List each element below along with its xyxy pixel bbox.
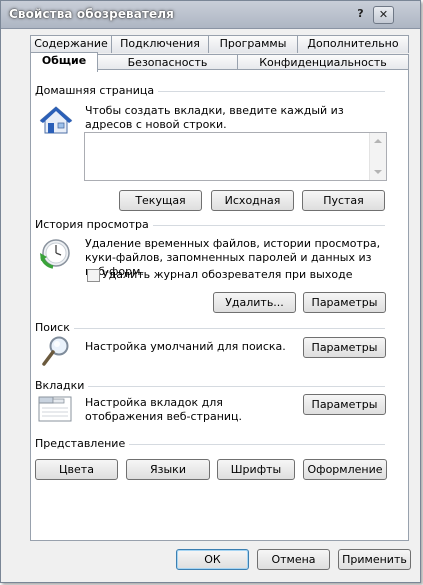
internet-options-dialog: Свойства обозревателя ? ✕ Содержание Под… xyxy=(0,0,421,583)
home-page-scrollbar[interactable] xyxy=(369,133,386,180)
apply-button[interactable]: Применить xyxy=(338,549,411,570)
delete-history-on-exit-checkbox[interactable] xyxy=(87,269,100,282)
home-icon xyxy=(39,106,73,134)
magnifier-icon xyxy=(42,336,69,366)
history-settings-button[interactable]: Параметры xyxy=(303,292,386,313)
use-current-button[interactable]: Текущая xyxy=(119,190,202,211)
appearance-group-label: Представление xyxy=(35,437,130,450)
tabs-group-label: Вкладки xyxy=(35,379,89,392)
tabs-settings-button[interactable]: Параметры xyxy=(303,394,386,415)
home-group-label: Домашняя страница xyxy=(35,84,159,97)
use-blank-button[interactable]: Пустая xyxy=(302,190,385,211)
search-settings-button[interactable]: Параметры xyxy=(303,337,386,358)
scroll-up-icon[interactable] xyxy=(374,139,382,143)
use-default-button[interactable]: Исходная xyxy=(211,190,294,211)
search-description: Настройка умолчаний для поиска. xyxy=(85,340,286,353)
ok-button[interactable]: ОК xyxy=(176,549,249,570)
home-description: Чтобы создать вкладки, введите каждый из… xyxy=(85,104,344,131)
history-group-label: История просмотра xyxy=(35,218,153,231)
history-clock-icon xyxy=(40,239,70,269)
search-divider xyxy=(35,328,385,329)
languages-button[interactable]: Языки xyxy=(126,459,210,480)
home-page-addresses-input[interactable] xyxy=(84,132,387,181)
search-group-label: Поиск xyxy=(35,321,74,334)
delete-history-button[interactable]: Удалить... xyxy=(213,292,296,313)
scroll-down-icon[interactable] xyxy=(374,170,382,174)
tabs-description: Настройка вкладок для отображения веб-ст… xyxy=(85,396,243,423)
accessibility-button[interactable]: Оформление xyxy=(303,459,387,480)
colors-button[interactable]: Цвета xyxy=(35,459,118,480)
cancel-button[interactable]: Отмена xyxy=(257,549,330,570)
delete-history-on-exit-label: Удалить журнал обозревателя при выходе xyxy=(102,268,353,281)
panel-content: Домашняя страница Чтобы создать вкладки,… xyxy=(1,1,420,582)
tabs-icon xyxy=(38,396,72,422)
fonts-button[interactable]: Шрифты xyxy=(217,459,295,480)
